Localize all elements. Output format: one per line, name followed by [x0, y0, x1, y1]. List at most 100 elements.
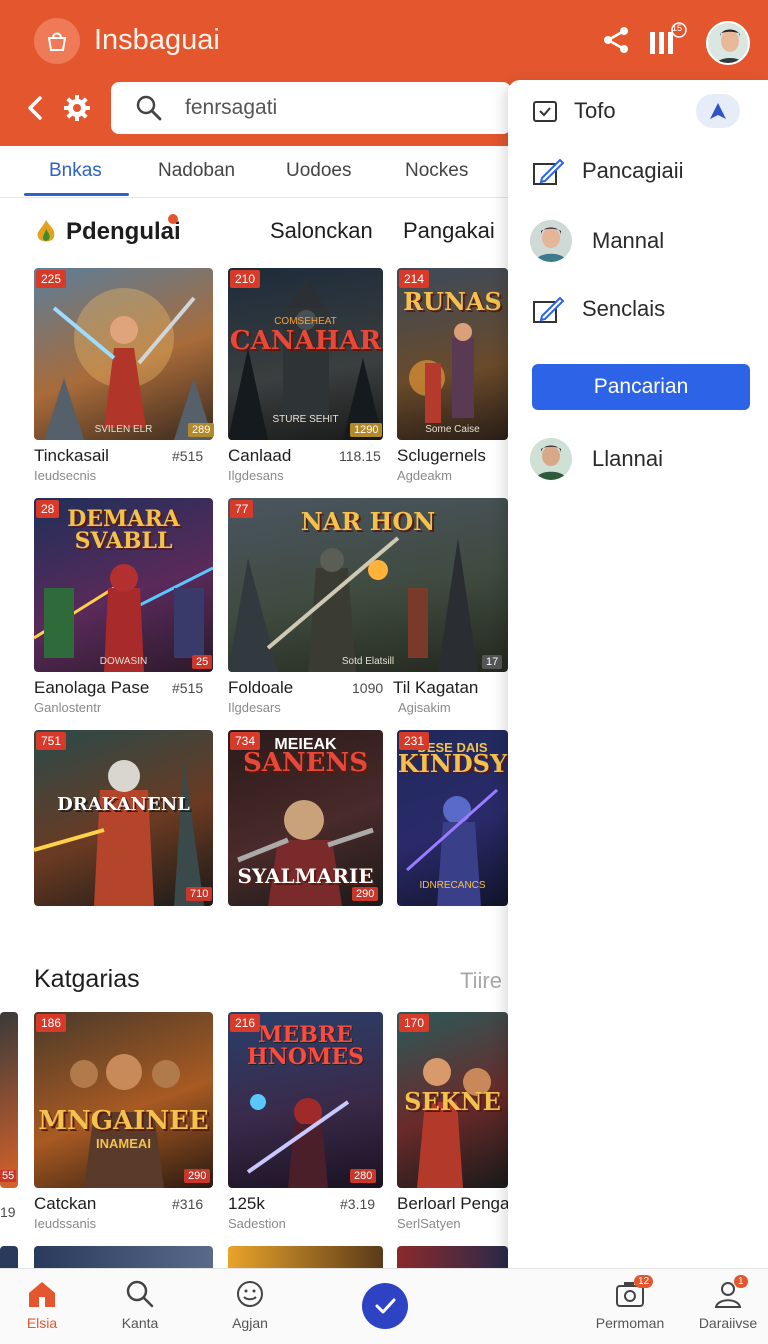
cover-subtitle: DOWASIN: [99, 656, 148, 667]
avatar: [530, 220, 572, 262]
card-count: #515: [172, 448, 204, 464]
home-icon: [29, 1282, 55, 1307]
card-subtitle: Ieudsecnis: [34, 468, 97, 483]
card-title: Eanolaga Pase: [34, 678, 150, 697]
tab-indicator: [24, 193, 129, 196]
notification-badge: 1: [734, 1275, 748, 1288]
score-badge: 710: [186, 887, 213, 901]
menu-item-label: Senclais: [582, 296, 666, 321]
section-link-salonckan[interactable]: Salonckan: [270, 218, 373, 244]
game-cover: MNGAINEE INAMEAI: [34, 1012, 213, 1188]
cover-subtitle: Sotd Elatsill: [341, 656, 395, 667]
score-badge: 25: [192, 655, 213, 669]
game-cover-partial[interactable]: [0, 1246, 18, 1270]
cover-title: SEKNE: [404, 1087, 501, 1116]
game-cover: DESE DAIS KINDSY IDNRECANCS: [397, 730, 508, 906]
share-icon[interactable]: [600, 24, 632, 56]
gear-icon[interactable]: [62, 93, 92, 123]
fire-badge: [168, 214, 178, 224]
game-cover: DRAKANENL: [34, 730, 213, 906]
card-count: #3.19: [340, 1196, 376, 1212]
card-title: Canlaad: [228, 446, 292, 465]
menu-item-label: Mannal: [592, 228, 665, 253]
avatar[interactable]: [706, 21, 750, 65]
tab-nadoban[interactable]: Nadoban: [158, 160, 235, 182]
game-cover-partial[interactable]: [228, 1246, 383, 1270]
score-badge: 17: [482, 655, 503, 669]
bottom-navigation: Elsia Kanta Agjan 12 Permoman 1 Daraiivs…: [0, 1268, 768, 1344]
menu-item-label: Tofo: [574, 98, 616, 123]
nav-search[interactable]: Kanta: [100, 1279, 180, 1331]
cover-title: NAR HON: [300, 507, 436, 536]
card-title: Tinckasail: [34, 446, 109, 465]
pancarian-button[interactable]: Pancarian: [532, 364, 750, 410]
edit-icon: [533, 296, 565, 323]
fire-icon: [37, 220, 55, 242]
rank-badge: 214: [399, 270, 430, 288]
card-count: 19: [0, 1204, 16, 1220]
cover-title: MNGAINEE: [38, 1106, 209, 1136]
cover-subtitle: SVILEN ELR: [94, 424, 153, 435]
cover-title: CANAHAR: [229, 326, 382, 356]
nav-label: Permoman: [595, 1315, 665, 1331]
menu-item-pancagiaii[interactable]: Pancagiaii: [530, 154, 684, 188]
score-badge: 289: [188, 423, 215, 437]
cover-title: SANENS: [242, 748, 369, 778]
score-badge: 290: [352, 887, 379, 901]
cover-subtitle: Some Caise: [425, 424, 480, 435]
confirm-fab[interactable]: [362, 1283, 408, 1329]
library-icon[interactable]: 15: [648, 22, 688, 58]
rank-badge: 216: [230, 1014, 261, 1032]
search-input[interactable]: [185, 92, 485, 124]
menu-item-tofo[interactable]: Tofo: [530, 96, 616, 126]
cover-subtitle: INAMEAI: [96, 1136, 151, 1151]
nav-label: Agjan: [232, 1315, 268, 1331]
search-icon: [136, 95, 162, 121]
card-subtitle: Ganlostentr: [34, 700, 102, 715]
card-title: Foldoale: [228, 678, 294, 697]
rank-badge: 751: [36, 732, 67, 750]
edge-badge: 55: [0, 1170, 17, 1182]
see-more-link[interactable]: Tiire: [460, 968, 502, 994]
edit-icon: [533, 158, 565, 185]
tab-nockes[interactable]: Nockes: [405, 160, 468, 182]
card-title: Til Kagatan: [393, 678, 479, 697]
tab-uodoes[interactable]: Uodoes: [286, 160, 352, 182]
section-title: Pdengulai: [66, 218, 181, 245]
cover-title: KINDSY: [397, 749, 508, 778]
card-subtitle: Sadestion: [228, 1216, 286, 1231]
search-bar[interactable]: [111, 82, 511, 134]
nav-home[interactable]: Elsia: [2, 1279, 82, 1331]
nav-daraiivse[interactable]: 1 Daraiivse: [688, 1275, 768, 1331]
card-subtitle: Ieudssanis: [34, 1216, 97, 1231]
app-logo[interactable]: [34, 18, 80, 64]
menu-item-senclais[interactable]: Senclais: [530, 292, 665, 326]
navigate-button[interactable]: [696, 94, 740, 128]
section-link-pangakai[interactable]: Pangakai: [403, 218, 495, 244]
check-icon: [375, 1298, 396, 1314]
card-subtitle: Agisakim: [398, 700, 451, 715]
card-subtitle: SerlSatyen: [397, 1216, 461, 1231]
game-cover: SEKNE: [397, 1012, 508, 1188]
menu-item-llannai[interactable]: Llannai: [530, 438, 663, 480]
notification-badge: 12: [634, 1275, 654, 1288]
nav-permoman[interactable]: 12 Permoman: [590, 1275, 670, 1331]
card-count: 1090: [352, 680, 384, 696]
nav-label: Kanta: [121, 1315, 159, 1331]
menu-item-mannal[interactable]: Mannal: [530, 220, 664, 262]
nav-agjan[interactable]: Agjan: [210, 1279, 290, 1331]
game-cover-partial[interactable]: [34, 1246, 213, 1270]
card-subtitle: Agdeakm: [397, 468, 452, 483]
back-icon[interactable]: [22, 94, 50, 122]
cover-title: RUNAS: [403, 287, 502, 316]
tab-bnkas[interactable]: Bnkas: [49, 160, 102, 182]
search-icon: [126, 1280, 154, 1308]
game-cover: RUNAS Some Caise: [397, 268, 508, 440]
section-header: Pdengulai: [34, 214, 181, 246]
card-title: Sclugernels: [397, 446, 486, 465]
rank-badge: 231: [399, 732, 430, 750]
rank-badge: 210: [230, 270, 261, 288]
rank-badge: 28: [36, 500, 60, 518]
game-cover-partial[interactable]: [397, 1246, 508, 1270]
menu-item-label: Pancagiaii: [582, 158, 684, 183]
